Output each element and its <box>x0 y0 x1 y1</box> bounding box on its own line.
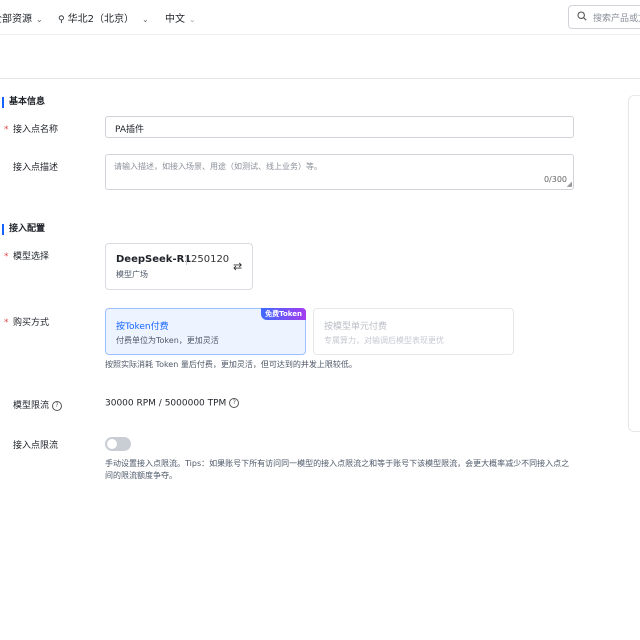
model-select-label-text: 模型选择 <box>13 252 50 262</box>
top-bar: 全部资源 ⌄ ⚲华北2（北京） ⌄ 中文 ⌄ 搜索产品或文档 <box>0 0 640 35</box>
resource-selector[interactable]: 全部资源 ⌄ <box>0 10 43 25</box>
endpoint-rate-limit-help: 手动设置接入点限流。Tips：如果账号下所有访问同一模型的接入点限流之和等于账号… <box>105 459 570 480</box>
endpoint-desc-label: 接入点描述 <box>4 160 58 173</box>
toggle-knob <box>107 439 117 449</box>
search-input[interactable]: 搜索产品或文档 <box>568 5 640 29</box>
region-selector-label: 华北2（北京） <box>67 14 134 25</box>
model-select-label: * 模型选择 <box>4 249 49 262</box>
endpoint-name-value: PA插件 <box>115 125 145 135</box>
switch-model-icon[interactable]: ⇄ <box>233 260 242 273</box>
rate-limit-text: 30000 RPM / 5000000 TPM <box>105 398 227 409</box>
resize-handle-icon[interactable]: ◢ <box>567 181 572 188</box>
region-selector[interactable]: ⚲ 华北2（北京） ⌄ <box>58 10 149 25</box>
side-panel <box>628 95 640 432</box>
pay-by-token-option[interactable]: 按Token付费 付费单位为Token，更加灵活 免费Token <box>105 308 306 355</box>
model-source: 模型广场 <box>116 270 148 279</box>
chevron-down-icon: ⌄ <box>189 15 196 24</box>
endpoint-desc-textarea[interactable]: 请输入描述，如接入场景、用途（如测试、线上业务）等。 0/300 ◢ <box>105 154 574 190</box>
endpoint-name-input[interactable]: PA插件 <box>105 116 574 138</box>
divider <box>186 255 187 265</box>
section-title-basic-info: 基本信息 <box>2 97 45 108</box>
endpoint-rate-limit-label: 接入点限流 <box>4 438 58 451</box>
model-rate-limit-label: 模型限流? <box>4 398 63 411</box>
model-version: 250120 <box>191 254 230 265</box>
search-placeholder: 搜索产品或文档 <box>593 14 640 24</box>
model-name: DeepSeek-R1 <box>116 254 192 265</box>
pay-option-title: 按模型单元付费 <box>324 322 388 332</box>
model-select-card[interactable]: DeepSeek-R1 250120 模型广场 ⇄ <box>105 243 253 290</box>
endpoint-desc-placeholder: 请输入描述，如接入场景、用途（如测试、线上业务）等。 <box>114 162 322 171</box>
required-marker: * <box>4 125 9 135</box>
endpoint-rate-limit-toggle[interactable] <box>105 437 131 451</box>
pay-by-model-unit-option[interactable]: 按模型单元付费 专属算力，对输调后模型表现更优 <box>313 308 514 355</box>
location-icon: ⚲ <box>58 15 65 25</box>
resource-selector-label: 全部资源 <box>0 14 32 25</box>
section-title-access-config: 接入配置 <box>2 224 45 235</box>
search-icon <box>577 11 587 21</box>
model-rate-limit-value: 30000 RPM / 5000000 TPM? <box>105 398 240 409</box>
language-selector-label: 中文 <box>165 14 185 25</box>
purchase-method-label: * 购买方式 <box>4 315 49 328</box>
endpoint-desc-label-text: 接入点描述 <box>13 163 59 173</box>
endpoint-name-label: * 接入点名称 <box>4 122 58 135</box>
header-divider <box>0 78 640 79</box>
pay-option-desc: 付费单位为Token，更加灵活 <box>116 336 219 345</box>
endpoint-rate-limit-label-text: 接入点限流 <box>13 441 59 451</box>
pay-option-desc: 专属算力，对输调后模型表现更优 <box>324 336 444 345</box>
chevron-down-icon: ⌄ <box>141 15 149 24</box>
chevron-down-icon: ⌄ <box>36 15 43 24</box>
required-marker: * <box>4 318 9 328</box>
endpoint-name-label-text: 接入点名称 <box>13 125 59 135</box>
help-icon[interactable]: ? <box>52 400 63 411</box>
help-icon[interactable]: ? <box>229 398 240 408</box>
char-counter: 0/300 <box>543 175 567 184</box>
purchase-method-label-text: 购买方式 <box>13 318 50 328</box>
model-rate-limit-label-text: 模型限流 <box>13 401 50 411</box>
pay-option-title: 按Token付费 <box>116 322 169 332</box>
free-token-badge: 免费Token <box>261 308 306 320</box>
purchase-help-text: 按照实际消耗 Token 量后付费，更加灵活，但可达到的并发上限较低。 <box>105 360 357 369</box>
required-marker: * <box>4 252 9 262</box>
language-selector[interactable]: 中文 ⌄ <box>165 10 196 25</box>
